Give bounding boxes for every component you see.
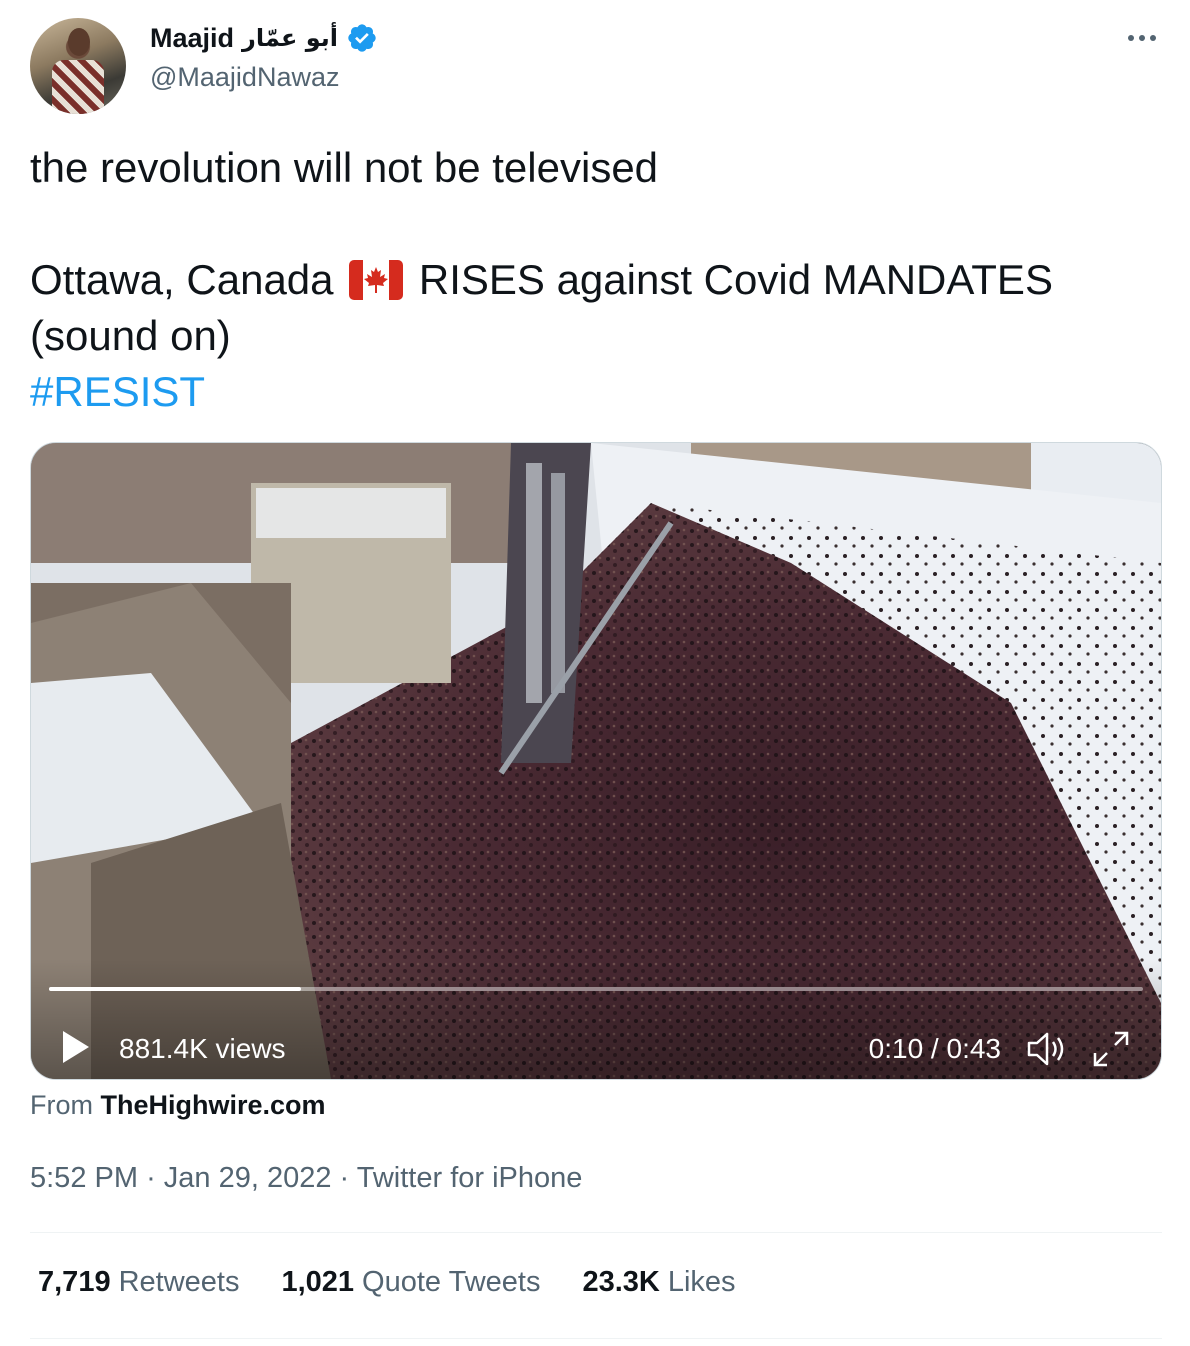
tweet-line-2: Ottawa, Canada RISES against Covid MANDA… [30,252,1162,308]
avatar-shirt [52,60,104,114]
hashtag-link[interactable]: #RESIST [30,364,1162,420]
tweet-client[interactable]: Twitter for iPhone [357,1162,583,1194]
more-options-icon[interactable] [1122,24,1162,52]
tweet-text: the revolution will not be televised Ott… [30,140,1162,420]
video-progress-bar[interactable] [49,987,1143,991]
source-prefix: From [30,1090,93,1120]
volume-icon[interactable] [1025,1029,1069,1069]
meta-separator: · [339,1162,357,1194]
verified-badge-icon [348,24,376,52]
arabic-name[interactable]: أبو عمّار [242,24,338,52]
view-count: 881.4K views [119,1033,286,1064]
display-name[interactable]: Maajid [150,23,234,54]
fullscreen-icon[interactable] [1091,1029,1131,1069]
maple-leaf-icon [364,267,389,293]
avatar-head [68,28,90,56]
tweet-line-1: the revolution will not be televised [30,144,659,191]
tweet-header: Maajid أبو عمّار @MaajidNawaz [30,14,1162,114]
tweet-time[interactable]: 5:52 PM [30,1162,138,1194]
video-time: 0:10 / 0:43 [868,1033,1001,1064]
likes-stat[interactable]: 23.3K Likes [582,1266,735,1299]
video-progress-fill [49,987,301,991]
source-link[interactable]: TheHighwire.com [101,1090,326,1120]
name-row: Maajid أبو عمّار [150,18,378,58]
play-icon[interactable] [61,1029,91,1065]
retweets-label: Retweets [118,1266,240,1298]
divider [30,1338,1162,1339]
likes-count: 23.3K [582,1266,660,1298]
video-player[interactable]: 881.4K views 0:10 / 0:43 [30,442,1162,1080]
user-handle[interactable]: @MaajidNawaz [150,62,339,93]
canada-flag-icon [349,260,404,300]
more-dot [1150,35,1156,41]
likes-label: Likes [667,1266,736,1298]
media-source: From TheHighwire.com [30,1090,326,1121]
quote-tweets-stat[interactable]: 1,021 Quote Tweets [281,1266,540,1299]
meta-separator: · [146,1162,164,1194]
more-dot [1139,35,1145,41]
divider [30,1232,1162,1233]
tweet-date[interactable]: Jan 29, 2022 [164,1162,332,1194]
tweet-line-2-start: Ottawa, Canada [30,256,334,303]
video-controls: 881.4K views 0:10 / 0:43 [31,959,1161,1079]
tweet-line-2-end: RISES against Covid MANDATES [418,256,1053,303]
tweet-meta: 5:52 PM · Jan 29, 2022 · Twitter for iPh… [30,1162,582,1195]
retweets-stat[interactable]: 7,719 Retweets [38,1266,239,1299]
tweet-line-3: (sound on) [30,312,231,359]
quotes-label: Quote Tweets [362,1266,541,1298]
avatar[interactable] [30,18,126,114]
retweets-count: 7,719 [38,1266,111,1298]
more-dot [1128,35,1134,41]
quotes-count: 1,021 [281,1266,355,1298]
tweet-stats: 7,719 Retweets 1,021 Quote Tweets 23.3K Lik… [38,1266,736,1299]
